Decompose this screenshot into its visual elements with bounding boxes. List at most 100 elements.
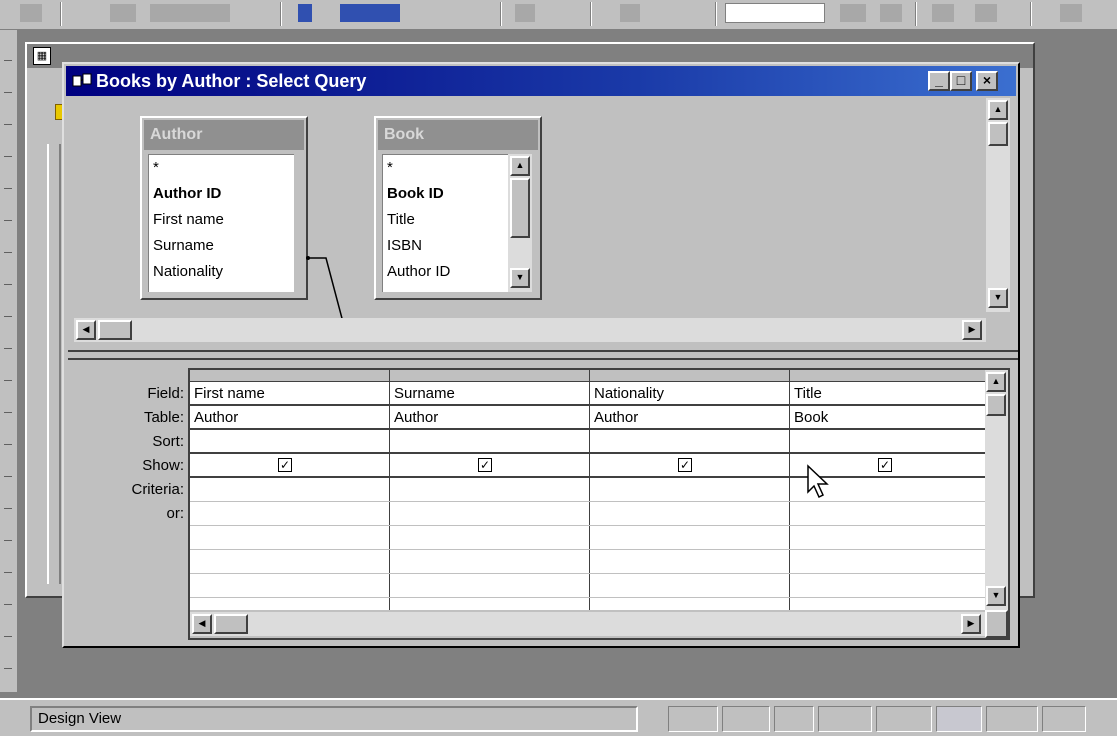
scroll-down-arrow-icon[interactable]: ▼ — [988, 288, 1008, 308]
or-cell[interactable] — [790, 526, 985, 550]
sort-cell[interactable] — [190, 430, 390, 454]
toolbar-button[interactable] — [840, 4, 866, 22]
field-list-title[interactable]: Book — [378, 120, 538, 150]
field-list-scrollbar[interactable]: ▲ ▼ — [508, 154, 532, 292]
show-checkbox[interactable]: ✓ — [678, 458, 692, 472]
or-cell[interactable] — [790, 574, 985, 598]
field-list-items[interactable]: * Book ID Title ISBN Author ID — [382, 154, 508, 292]
field-cell[interactable]: Title — [790, 382, 985, 406]
grid-vertical-scrollbar[interactable]: ▲ ▼ — [985, 370, 1008, 610]
grid-column[interactable]: Surname Author ✓ — [390, 370, 590, 636]
sort-cell[interactable] — [790, 430, 985, 454]
scroll-thumb[interactable] — [988, 122, 1008, 146]
field-cell[interactable]: First name — [190, 382, 390, 406]
sort-cell[interactable] — [390, 430, 590, 454]
field-item[interactable]: First name — [149, 207, 294, 233]
table-cell[interactable]: Author — [590, 406, 790, 430]
field-cell[interactable]: Nationality — [590, 382, 790, 406]
field-item[interactable]: * — [149, 155, 294, 181]
scroll-right-arrow-icon[interactable]: ▶ — [961, 614, 981, 634]
toolbar-button[interactable] — [340, 4, 400, 22]
field-item-primary-key[interactable]: Book ID — [383, 181, 508, 207]
query-window-titlebar[interactable]: Books by Author : Select Query _ □ × — [66, 66, 1016, 96]
or-cell[interactable] — [190, 502, 390, 526]
grid-column[interactable]: Title Book ✓ — [790, 370, 985, 636]
toolbar-button[interactable] — [150, 4, 230, 22]
or-cell[interactable] — [190, 526, 390, 550]
scroll-down-arrow-icon[interactable]: ▼ — [986, 586, 1006, 606]
scroll-up-arrow-icon[interactable]: ▲ — [986, 372, 1006, 392]
toolbar-button[interactable] — [620, 4, 640, 22]
or-cell[interactable] — [790, 502, 985, 526]
table-pane-vertical-scrollbar[interactable]: ▲ ▼ — [986, 98, 1010, 312]
show-checkbox[interactable]: ✓ — [478, 458, 492, 472]
toolbar-button[interactable] — [20, 4, 42, 22]
field-cell[interactable]: Surname — [390, 382, 590, 406]
grid-horizontal-scrollbar[interactable]: ◀ ▶ — [190, 610, 985, 638]
scroll-left-arrow-icon[interactable]: ◀ — [192, 614, 212, 634]
or-cell[interactable] — [790, 550, 985, 574]
table-pane-horizontal-scrollbar[interactable]: ◀ ▶ — [74, 318, 986, 342]
table-cell[interactable]: Author — [390, 406, 590, 430]
toolbar-button[interactable] — [110, 4, 136, 22]
show-checkbox[interactable]: ✓ — [278, 458, 292, 472]
toolbar-combo[interactable] — [725, 3, 825, 23]
or-cell[interactable] — [590, 574, 790, 598]
field-item[interactable]: * — [383, 155, 508, 181]
scroll-thumb[interactable] — [214, 614, 248, 634]
or-cell[interactable] — [190, 574, 390, 598]
maximize-button[interactable]: □ — [950, 71, 972, 91]
sort-cell[interactable] — [590, 430, 790, 454]
scroll-thumb[interactable] — [510, 178, 530, 238]
show-cell[interactable]: ✓ — [390, 454, 590, 478]
toolbar-button[interactable] — [1060, 4, 1082, 22]
table-cell[interactable]: Author — [190, 406, 390, 430]
criteria-cell[interactable] — [190, 478, 390, 502]
minimize-button[interactable]: _ — [928, 71, 950, 91]
scroll-right-arrow-icon[interactable]: ▶ — [962, 320, 982, 340]
field-item[interactable]: Title — [383, 207, 508, 233]
scroll-left-arrow-icon[interactable]: ◀ — [76, 320, 96, 340]
field-list-book[interactable]: Book * Book ID Title ISBN Author ID ▲ ▼ — [374, 116, 542, 300]
grid-scroll-track[interactable]: ◀ ▶ — [190, 612, 985, 636]
toolbar-button[interactable] — [515, 4, 535, 22]
scroll-down-arrow-icon[interactable]: ▼ — [510, 268, 530, 288]
field-list-author[interactable]: Author * Author ID First name Surname Na… — [140, 116, 308, 300]
or-cell[interactable] — [390, 526, 590, 550]
field-item-primary-key[interactable]: Author ID — [149, 181, 294, 207]
scroll-up-arrow-icon[interactable]: ▲ — [510, 156, 530, 176]
database-objects-bar[interactable] — [47, 144, 61, 584]
scroll-thumb[interactable] — [98, 320, 132, 340]
grid-column[interactable]: First name Author ✓ — [190, 370, 390, 636]
or-cell[interactable] — [590, 526, 790, 550]
or-cell[interactable] — [390, 574, 590, 598]
field-item[interactable]: ISBN — [383, 233, 508, 259]
show-cell[interactable]: ✓ — [590, 454, 790, 478]
criteria-cell[interactable] — [590, 478, 790, 502]
field-item[interactable]: Nationality — [149, 259, 294, 285]
field-item[interactable]: Author ID — [383, 259, 508, 285]
scroll-up-arrow-icon[interactable]: ▲ — [988, 100, 1008, 120]
show-checkbox[interactable]: ✓ — [878, 458, 892, 472]
toolbar-button[interactable] — [880, 4, 902, 22]
or-cell[interactable] — [390, 502, 590, 526]
table-cell[interactable]: Book — [790, 406, 985, 430]
show-cell[interactable]: ✓ — [190, 454, 390, 478]
toolbar-button[interactable] — [298, 4, 312, 22]
pane-splitter[interactable] — [68, 350, 1018, 360]
toolbar-button[interactable] — [975, 4, 997, 22]
or-cell[interactable] — [590, 550, 790, 574]
field-list-title[interactable]: Author — [144, 120, 304, 150]
close-button[interactable]: × — [976, 71, 998, 91]
query-design-window[interactable]: Books by Author : Select Query _ □ × Aut… — [62, 62, 1020, 648]
grid-column[interactable]: Nationality Author ✓ — [590, 370, 790, 636]
design-grid[interactable]: First name Author ✓ Surname Author ✓ Nat… — [188, 368, 1010, 640]
scroll-thumb[interactable] — [986, 394, 1006, 416]
size-grip[interactable] — [985, 610, 1008, 638]
criteria-cell[interactable] — [390, 478, 590, 502]
toolbar-button[interactable] — [932, 4, 954, 22]
or-cell[interactable] — [190, 550, 390, 574]
field-item[interactable]: Surname — [149, 233, 294, 259]
or-cell[interactable] — [590, 502, 790, 526]
field-list-items[interactable]: * Author ID First name Surname Nationali… — [148, 154, 294, 292]
